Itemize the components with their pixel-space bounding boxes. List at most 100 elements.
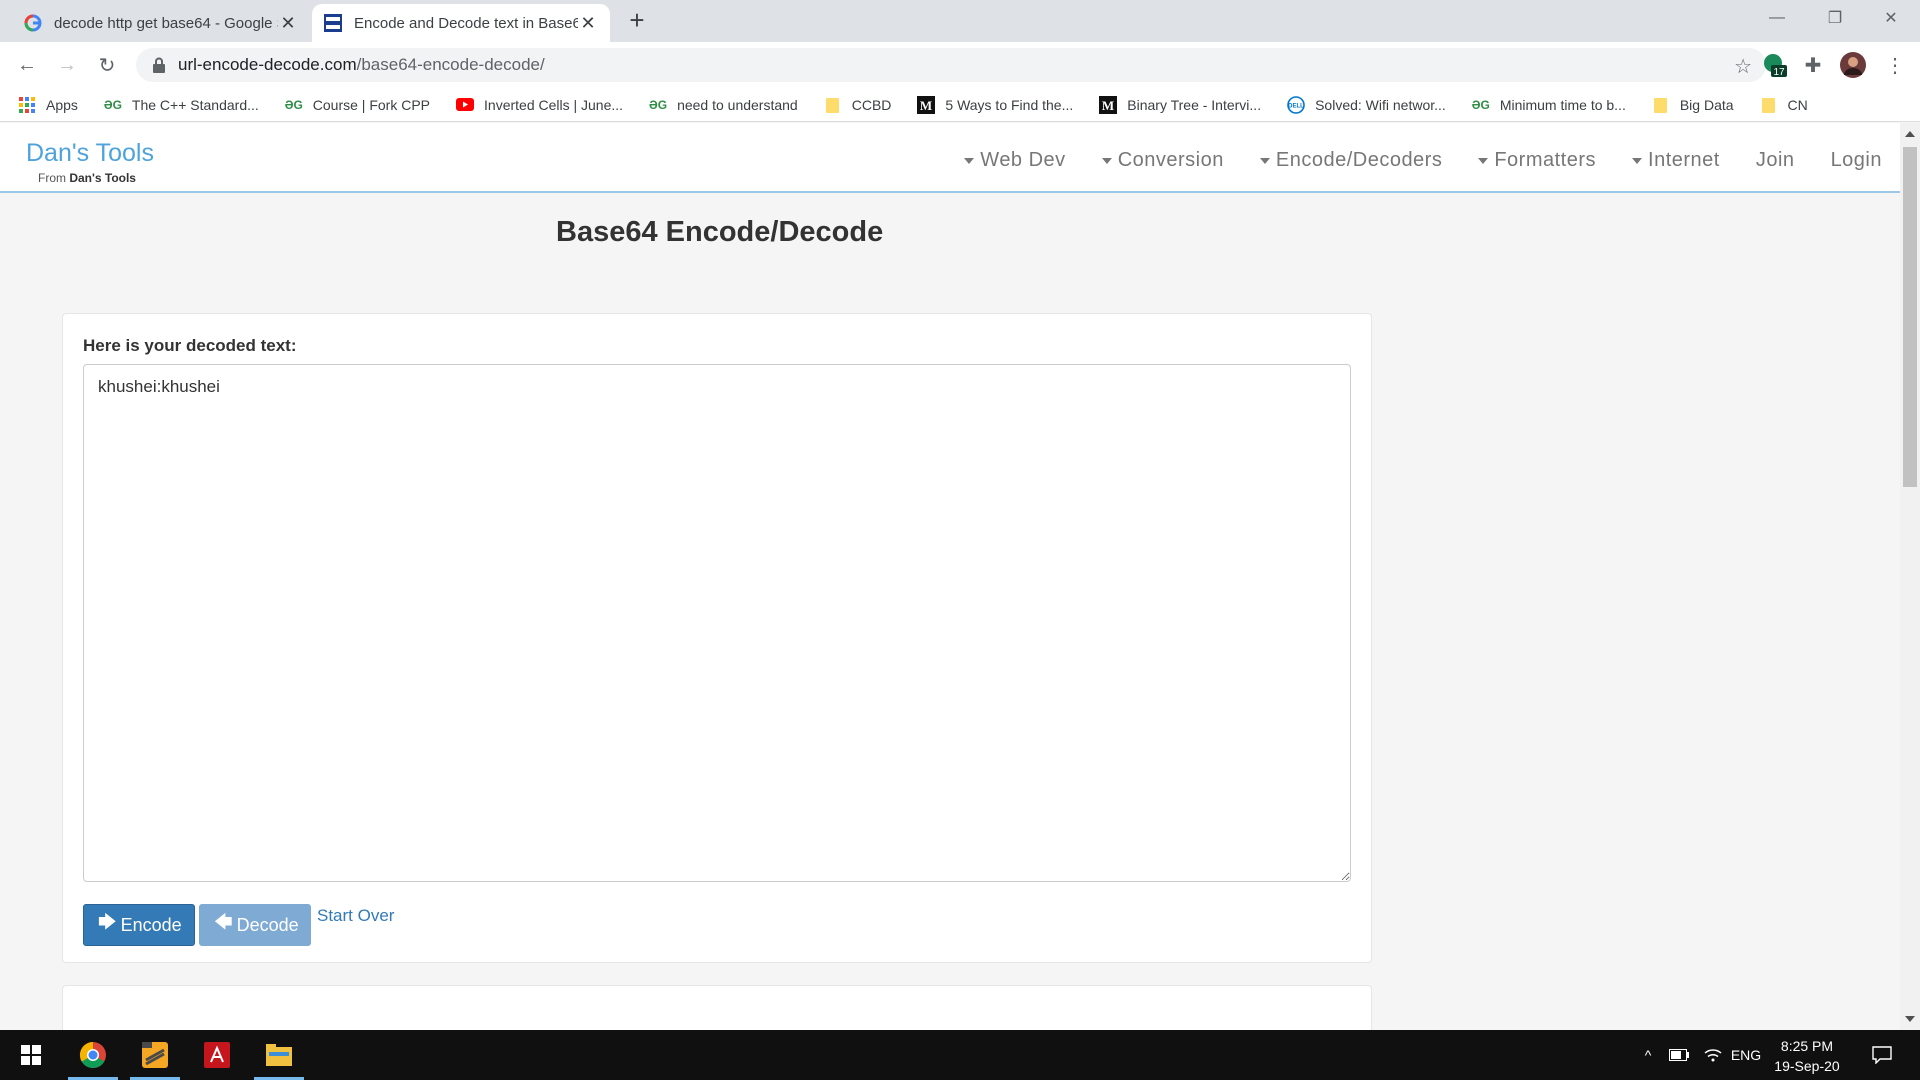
- menu-join[interactable]: Join: [1756, 149, 1795, 172]
- bookmark-course-fork-cpp[interactable]: ƏG Course | Fork CPP: [285, 97, 430, 113]
- windows-start-icon[interactable]: [2, 1030, 60, 1080]
- bookmark-label: CCBD: [851, 96, 892, 113]
- bookmark-big-data[interactable]: Big Data: [1652, 97, 1734, 113]
- bookmark-label: need to understand: [677, 96, 798, 113]
- encode-button[interactable]: 🡆 Encode: [83, 904, 195, 946]
- back-arrow-icon[interactable]: ←: [12, 50, 42, 80]
- menu-formatters[interactable]: Formatters: [1478, 149, 1596, 172]
- bookmark-apps[interactable]: Apps: [18, 96, 78, 113]
- restore-icon[interactable]: ❐: [1806, 0, 1864, 36]
- folder-icon: [1760, 97, 1778, 113]
- apps-grid-icon: [18, 96, 36, 113]
- medium-icon: M: [917, 95, 936, 114]
- bookmark-label: Solved: Wifi networ...: [1315, 96, 1446, 113]
- minimize-icon[interactable]: —: [1748, 0, 1806, 36]
- new-tab-button[interactable]: +: [622, 6, 652, 36]
- caret-down-icon: [1259, 157, 1270, 164]
- menu-label: Web Dev: [980, 149, 1066, 171]
- reload-icon[interactable]: ↻: [92, 50, 122, 80]
- bookmark-5-ways[interactable]: M 5 Ways to Find the...: [917, 95, 1074, 114]
- scrollbar-thumb[interactable]: [1903, 147, 1917, 487]
- arrow-left-icon: 🡄: [214, 912, 233, 932]
- menu-internet[interactable]: Internet: [1632, 149, 1720, 172]
- gfg-icon: ƏG: [1471, 97, 1490, 112]
- bookmark-cn[interactable]: CN: [1760, 97, 1808, 113]
- menu-label: Login: [1830, 149, 1882, 171]
- battery-icon[interactable]: [1664, 1030, 1694, 1080]
- site-navbar: Dan's Tools From Dan's Tools Web Dev Con…: [0, 123, 1900, 193]
- system-clock[interactable]: 8:25 PM 19-Sep-20: [1762, 1036, 1852, 1076]
- google-g-icon: [24, 14, 42, 32]
- bookmarks-bar: Apps ƏG The C++ Standard... ƏG Course | …: [0, 88, 1920, 122]
- language-indicator[interactable]: ENG: [1728, 1030, 1764, 1080]
- bookmark-solved-wifi[interactable]: DELL Solved: Wifi networ...: [1287, 95, 1446, 114]
- caret-down-icon: [1478, 157, 1489, 164]
- profile-avatar[interactable]: [1838, 50, 1868, 80]
- tray-chevron-up-icon[interactable]: ^: [1636, 1030, 1660, 1080]
- decoded-text-label: Here is your decoded text:: [83, 336, 297, 355]
- tab-strip: decode http get base64 - Google Search ✕…: [0, 0, 1920, 42]
- window-close-icon[interactable]: ✕: [1862, 0, 1920, 36]
- dell-icon: DELL: [1287, 95, 1305, 114]
- menu-label: Formatters: [1494, 149, 1597, 171]
- bookmark-binary-tree[interactable]: M Binary Tree - Intervi...: [1099, 95, 1261, 114]
- brand-logo[interactable]: Dan's Tools: [26, 139, 154, 168]
- extensions-puzzle-icon[interactable]: ✚: [1798, 50, 1828, 80]
- bookmark-label: Apps: [46, 96, 78, 113]
- svg-text:M: M: [1102, 98, 1114, 113]
- clock-date: 19-Sep-20: [1774, 1058, 1840, 1074]
- bookmark-label: CN: [1787, 96, 1808, 113]
- windows-taskbar: ^ ENG 8:25 PM 19-Sep-20: [0, 1030, 1920, 1080]
- gfg-icon: ƏG: [284, 97, 303, 112]
- bookmark-cpp-standard[interactable]: ƏG The C++ Standard...: [104, 97, 259, 113]
- dans-tools-icon: [324, 14, 342, 32]
- decode-button[interactable]: 🡄 Decode: [199, 904, 311, 946]
- site-menu: Web Dev Conversion Encode/Decoders Forma…: [928, 149, 1882, 172]
- bookmark-label: Minimum time to b...: [1499, 96, 1626, 113]
- close-icon[interactable]: ✕: [578, 13, 598, 34]
- tab-google-search[interactable]: decode http get base64 - Google Search ✕: [12, 4, 310, 42]
- wifi-icon[interactable]: [1698, 1030, 1728, 1080]
- bookmark-minimum-time[interactable]: ƏG Minimum time to b...: [1472, 97, 1626, 113]
- file-explorer-icon[interactable]: [250, 1030, 308, 1080]
- start-over-link[interactable]: Start Over: [317, 906, 394, 926]
- acrobat-icon[interactable]: [188, 1030, 246, 1080]
- menu-encode-decoders[interactable]: Encode/Decoders: [1259, 149, 1442, 172]
- menu-web-dev[interactable]: Web Dev: [964, 149, 1065, 172]
- web-page: Dan's Tools From Dan's Tools Web Dev Con…: [0, 123, 1900, 1030]
- folder-icon: [824, 97, 842, 113]
- menu-label: Internet: [1648, 149, 1720, 171]
- tab-title: decode http get base64 - Google Search: [54, 14, 278, 32]
- tab-base64[interactable]: Encode and Decode text in Base64 ✕: [312, 4, 610, 42]
- scroll-down-arrow-icon[interactable]: [1905, 1016, 1915, 1022]
- bookmark-inverted-cells[interactable]: Inverted Cells | June...: [456, 97, 623, 113]
- encode-label: Encode: [120, 914, 182, 935]
- scroll-up-arrow-icon[interactable]: [1905, 131, 1915, 137]
- page-scrollbar[interactable]: [1900, 123, 1920, 1030]
- notification-icon[interactable]: [1862, 1030, 1902, 1080]
- sublime-icon[interactable]: [126, 1030, 184, 1080]
- svg-text:17: 17: [1773, 67, 1785, 78]
- menu-conversion[interactable]: Conversion: [1101, 149, 1224, 172]
- caret-down-icon: [1632, 157, 1643, 164]
- bookmark-ccbd[interactable]: CCBD: [824, 96, 892, 113]
- bookmark-label: Inverted Cells | June...: [484, 96, 624, 113]
- decoded-text-area[interactable]: khushei:khushei: [83, 364, 1351, 882]
- caret-down-icon: [964, 157, 975, 164]
- forward-arrow-icon[interactable]: →: [52, 50, 82, 80]
- secondary-panel: [62, 985, 1372, 1030]
- tab-title: Encode and Decode text in Base64: [354, 14, 578, 32]
- folder-icon: [1652, 97, 1670, 113]
- caret-down-icon: [1101, 157, 1112, 164]
- svg-text:M: M: [920, 98, 932, 113]
- menu-label: Join: [1755, 149, 1795, 171]
- extension-badge-icon[interactable]: 17: [1760, 50, 1790, 80]
- close-icon[interactable]: ✕: [278, 13, 298, 34]
- menu-login[interactable]: Login: [1831, 149, 1882, 172]
- chrome-icon[interactable]: [64, 1030, 122, 1080]
- bookmark-need-to-understand[interactable]: ƏG need to understand: [649, 97, 798, 113]
- address-bar[interactable]: url-encode-decode.com/base64-encode-deco…: [136, 48, 1766, 82]
- bookmark-label: 5 Ways to Find the...: [945, 96, 1074, 113]
- bookmark-star-icon[interactable]: ☆: [1734, 54, 1752, 79]
- chrome-menu-icon[interactable]: ⋮: [1880, 50, 1910, 80]
